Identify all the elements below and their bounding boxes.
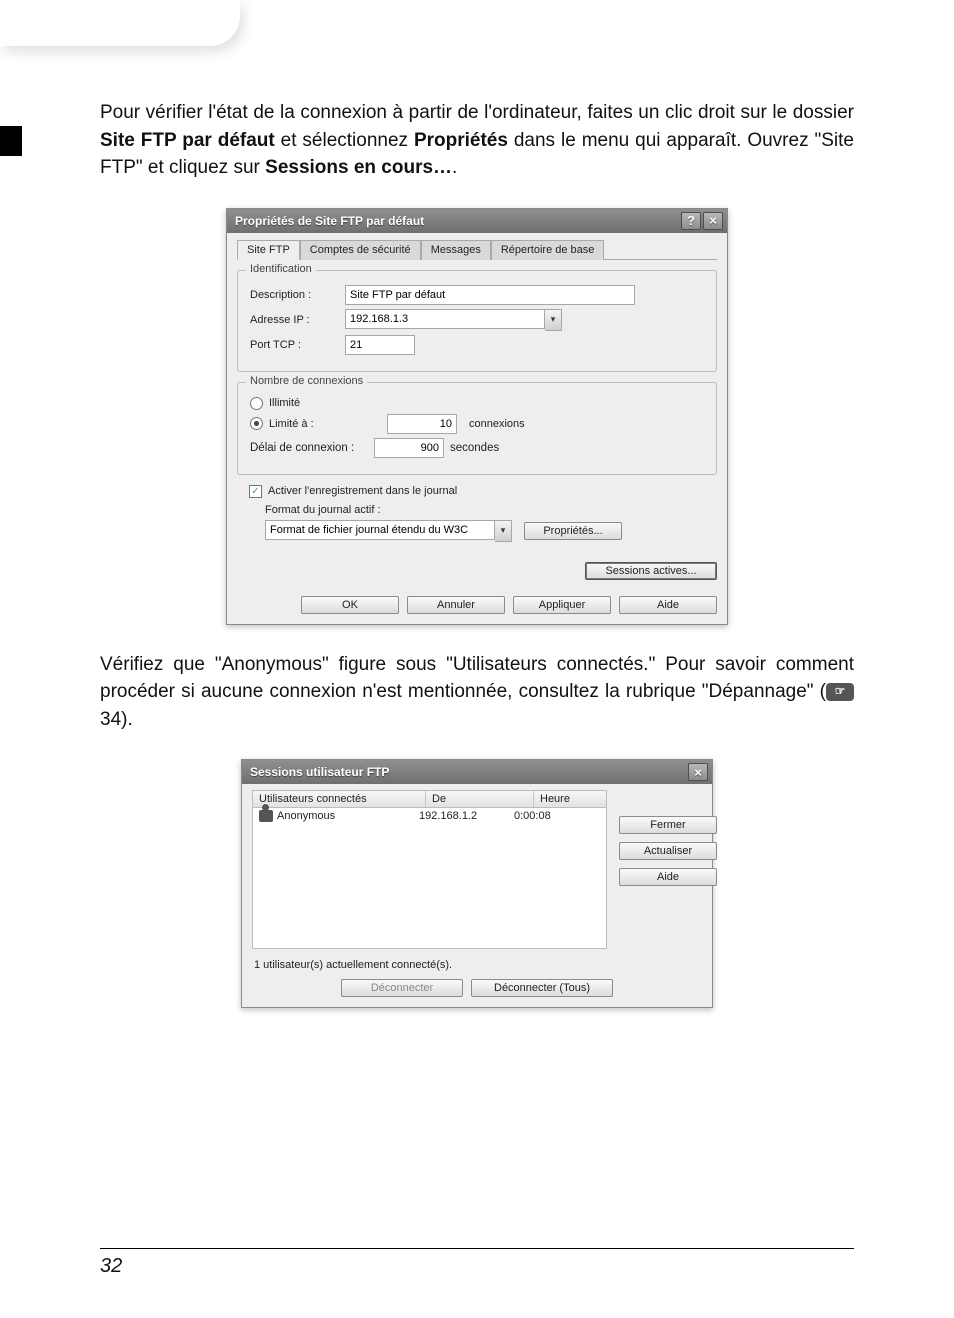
cancel-button[interactable]: Annuler — [407, 596, 505, 614]
text-bold: Propriétés — [414, 130, 508, 151]
ip-input[interactable] — [345, 309, 545, 329]
page-accent — [0, 126, 22, 156]
page-number: 32 — [100, 1255, 122, 1277]
properties-button[interactable]: Propriétés... — [524, 522, 622, 540]
log-format-value[interactable] — [265, 520, 495, 540]
group-title: Nombre de connexions — [246, 375, 367, 387]
user-from: 192.168.1.2 — [419, 810, 514, 822]
text: Pour vérifier l'état de la connexion à p… — [100, 102, 854, 123]
description-input[interactable] — [345, 285, 635, 305]
limit-input[interactable] — [387, 414, 457, 434]
close-button[interactable]: Fermer — [619, 816, 717, 834]
text: . — [452, 157, 457, 178]
active-sessions-button[interactable]: Sessions actives... — [585, 562, 717, 580]
tab-strip: Site FTP Comptes de sécurité Messages Ré… — [237, 239, 717, 260]
status-text: 1 utilisateur(s) actuellement connecté(s… — [254, 959, 702, 971]
dialog-title: Sessions utilisateur FTP — [250, 765, 686, 779]
page-footer: 32 — [100, 1248, 854, 1278]
col-from[interactable]: De — [426, 791, 534, 807]
ip-combo[interactable]: ▾ — [345, 309, 562, 331]
list-body[interactable]: Anonymous 192.168.1.2 0:00:08 — [252, 808, 607, 949]
radio-label: Illimité — [269, 397, 300, 409]
disconnect-all-button[interactable]: Déconnecter (Tous) — [471, 979, 613, 997]
log-format-combo[interactable]: ▾ — [265, 520, 512, 542]
port-label: Port TCP : — [250, 339, 345, 351]
delay-unit: secondes — [450, 442, 499, 454]
refresh-button[interactable]: Actualiser — [619, 842, 717, 860]
help-button[interactable]: Aide — [619, 868, 717, 886]
description-label: Description : — [250, 289, 345, 301]
tab-security[interactable]: Comptes de sécurité — [300, 240, 421, 260]
user-name: Anonymous — [277, 810, 335, 822]
ftp-properties-dialog: Propriétés de Site FTP par défaut ? × Si… — [226, 208, 728, 625]
chevron-down-icon[interactable]: ▾ — [495, 520, 512, 542]
user-time: 0:00:08 — [514, 810, 574, 822]
dialog-titlebar[interactable]: Propriétés de Site FTP par défaut ? × — [227, 209, 727, 233]
help-icon[interactable]: ? — [681, 212, 701, 230]
list-header: Utilisateurs connectés De Heure — [252, 790, 607, 808]
disconnect-button[interactable]: Déconnecter — [341, 979, 463, 997]
col-users[interactable]: Utilisateurs connectés — [253, 791, 426, 807]
delay-label: Délai de connexion : — [250, 442, 374, 454]
checkbox-label: Activer l'enregistrement dans le journal — [268, 485, 457, 497]
radio-icon — [250, 397, 263, 410]
port-input[interactable] — [345, 335, 415, 355]
text-bold: Site FTP par défaut — [100, 130, 275, 151]
delay-input[interactable] — [374, 438, 444, 458]
tab-messages[interactable]: Messages — [421, 240, 491, 260]
list-item[interactable]: Anonymous 192.168.1.2 0:00:08 — [253, 808, 606, 824]
text-bold: Sessions en cours… — [265, 157, 452, 178]
dialog-title: Propriétés de Site FTP par défaut — [235, 214, 679, 228]
chevron-down-icon[interactable]: ▾ — [545, 309, 562, 331]
radio-limited[interactable]: Limité à : connexions — [250, 414, 704, 434]
text: Vérifiez que "Anonymous" figure sous "Ut… — [100, 654, 854, 703]
reference-icon: ☞ — [826, 683, 854, 701]
user-icon — [259, 810, 273, 822]
page-ref: 34 — [100, 709, 121, 730]
apply-button[interactable]: Appliquer — [513, 596, 611, 614]
intro-paragraph: Pour vérifier l'état de la connexion à p… — [100, 99, 854, 182]
enable-logging-checkbox[interactable]: ✓ Activer l'enregistrement dans le journ… — [249, 485, 717, 498]
text: ). — [121, 709, 133, 730]
dialog-titlebar[interactable]: Sessions utilisateur FTP × — [242, 760, 712, 784]
connections-group: Nombre de connexions Illimité Limité à :… — [237, 382, 717, 475]
identification-group: Identification Description : Adresse IP … — [237, 270, 717, 372]
ftp-sessions-dialog: Sessions utilisateur FTP × Utilisateurs … — [241, 759, 713, 1008]
limit-unit: connexions — [469, 418, 525, 430]
help-button[interactable]: Aide — [619, 596, 717, 614]
group-title: Identification — [246, 263, 316, 275]
page-corner-tab — [0, 0, 240, 46]
radio-unlimited[interactable]: Illimité — [250, 397, 704, 410]
ok-button[interactable]: OK — [301, 596, 399, 614]
text: et sélectionnez — [281, 130, 414, 151]
ip-label: Adresse IP : — [250, 314, 345, 326]
close-icon[interactable]: × — [703, 212, 723, 230]
checkbox-icon: ✓ — [249, 485, 262, 498]
tab-base-dir[interactable]: Répertoire de base — [491, 240, 605, 260]
col-time[interactable]: Heure — [534, 791, 606, 807]
paragraph-2: Vérifiez que "Anonymous" figure sous "Ut… — [100, 651, 854, 734]
tab-site-ftp[interactable]: Site FTP — [237, 240, 300, 260]
radio-label: Limité à : — [269, 418, 381, 430]
close-icon[interactable]: × — [688, 763, 708, 781]
radio-icon — [250, 417, 263, 430]
log-format-label: Format du journal actif : — [265, 504, 717, 516]
